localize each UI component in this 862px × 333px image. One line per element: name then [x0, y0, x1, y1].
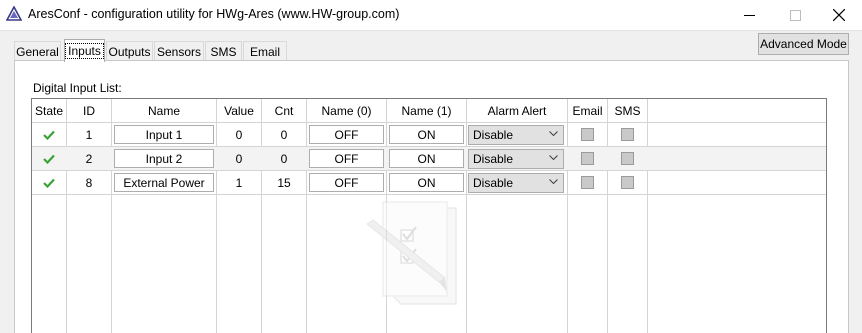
- cnt-cell: 15: [277, 175, 291, 190]
- maximize-button[interactable]: [772, 0, 818, 30]
- close-button[interactable]: [816, 0, 862, 30]
- advanced-mode-button[interactable]: Advanced Mode: [758, 33, 849, 55]
- alarm-alert-select[interactable]: Disable: [468, 125, 564, 145]
- email-checkbox[interactable]: [581, 176, 594, 189]
- column-header-cnt[interactable]: Cnt: [262, 99, 306, 123]
- close-icon: [833, 9, 845, 21]
- name-input[interactable]: Input 1: [114, 125, 214, 144]
- maximize-icon: [789, 9, 801, 21]
- column-header-name1[interactable]: Name (1): [387, 99, 466, 123]
- check-icon: [43, 154, 55, 164]
- value-cell: 0: [235, 127, 243, 142]
- checklist-document-icon: [366, 201, 457, 305]
- email-checkbox[interactable]: [581, 128, 594, 141]
- tab-sms-label: SMS: [210, 44, 237, 59]
- column-header-name[interactable]: Name: [112, 99, 216, 123]
- digital-input-grid: State ID Name Value Cnt Name (0) Name (1…: [31, 98, 827, 333]
- value-cell: 0: [235, 151, 243, 166]
- chevron-down-icon: [549, 179, 558, 185]
- column-header-state[interactable]: State: [32, 99, 66, 123]
- alarm-alert-select[interactable]: Disable: [468, 173, 564, 193]
- column-header-email[interactable]: Email: [568, 99, 607, 123]
- grid-header: State ID Name Value Cnt Name (0) Name (1…: [32, 99, 826, 123]
- cnt-cell: 0: [280, 127, 288, 142]
- chevron-down-icon: [549, 131, 558, 137]
- sms-checkbox[interactable]: [621, 152, 634, 165]
- email-checkbox[interactable]: [581, 152, 594, 165]
- cnt-cell: 0: [280, 151, 288, 166]
- inputs-tab-page: Digital Input List: State ID Name Value …: [14, 60, 849, 333]
- tab-email[interactable]: Email: [243, 41, 287, 61]
- name1-input[interactable]: ON: [389, 125, 464, 144]
- value-cell: 1: [235, 175, 243, 190]
- tab-outputs[interactable]: Outputs: [106, 41, 153, 61]
- name-input[interactable]: External Power: [114, 173, 214, 192]
- state-cell: [32, 123, 66, 146]
- column-header-sms[interactable]: SMS: [608, 99, 647, 123]
- alarm-alert-value: Disable: [473, 128, 514, 142]
- state-cell: [32, 171, 66, 194]
- chevron-down-icon: [549, 155, 558, 161]
- sms-checkbox[interactable]: [621, 176, 634, 189]
- check-icon: [43, 178, 55, 188]
- tab-general[interactable]: General: [14, 41, 61, 61]
- id-cell: 1: [85, 127, 93, 142]
- name-input[interactable]: Input 2: [114, 149, 214, 168]
- check-icon: [43, 130, 55, 140]
- tab-outputs-label: Outputs: [108, 44, 151, 59]
- alarm-alert-value: Disable: [473, 152, 514, 166]
- name1-input[interactable]: ON: [389, 173, 464, 192]
- name1-input[interactable]: ON: [389, 149, 464, 168]
- name0-input[interactable]: OFF: [309, 173, 384, 192]
- table-row[interactable]: 8 External Power 1 15 OFF ON Disable: [32, 171, 826, 195]
- column-header-alarm-alert[interactable]: Alarm Alert: [467, 99, 567, 123]
- table-row[interactable]: 2 Input 2 0 0 OFF ON Disable: [32, 147, 826, 171]
- id-cell: 8: [85, 175, 93, 190]
- column-header-id[interactable]: ID: [67, 99, 111, 123]
- state-cell: [32, 147, 66, 170]
- app-logo-icon: [6, 6, 22, 21]
- column-header-value[interactable]: Value: [217, 99, 261, 123]
- alarm-alert-value: Disable: [473, 176, 514, 190]
- table-row[interactable]: 1 Input 1 0 0 OFF ON Disable: [32, 123, 826, 147]
- digital-input-list-caption: Digital Input List:: [33, 81, 122, 95]
- tab-sms[interactable]: SMS: [205, 41, 242, 61]
- tab-sensors[interactable]: Sensors: [154, 41, 204, 61]
- minimize-button[interactable]: [726, 0, 772, 30]
- alarm-alert-select[interactable]: Disable: [468, 149, 564, 169]
- name0-input[interactable]: OFF: [309, 125, 384, 144]
- tab-sensors-label: Sensors: [156, 44, 202, 59]
- id-cell: 2: [85, 151, 93, 166]
- tab-inputs[interactable]: Inputs: [64, 39, 105, 62]
- tab-email-label: Email: [249, 44, 280, 59]
- title-bar: AresConf - configuration utility for HWg…: [0, 0, 862, 30]
- tab-general-label: General: [16, 44, 59, 59]
- tab-inputs-label: Inputs: [65, 43, 104, 59]
- client-area: General Inputs Outputs Sensors SMS Email…: [0, 30, 862, 333]
- name0-input[interactable]: OFF: [309, 149, 384, 168]
- window-title: AresConf - configuration utility for HWg…: [28, 7, 400, 21]
- minimize-icon: [743, 14, 755, 16]
- column-header-name0[interactable]: Name (0): [307, 99, 386, 123]
- sms-checkbox[interactable]: [621, 128, 634, 141]
